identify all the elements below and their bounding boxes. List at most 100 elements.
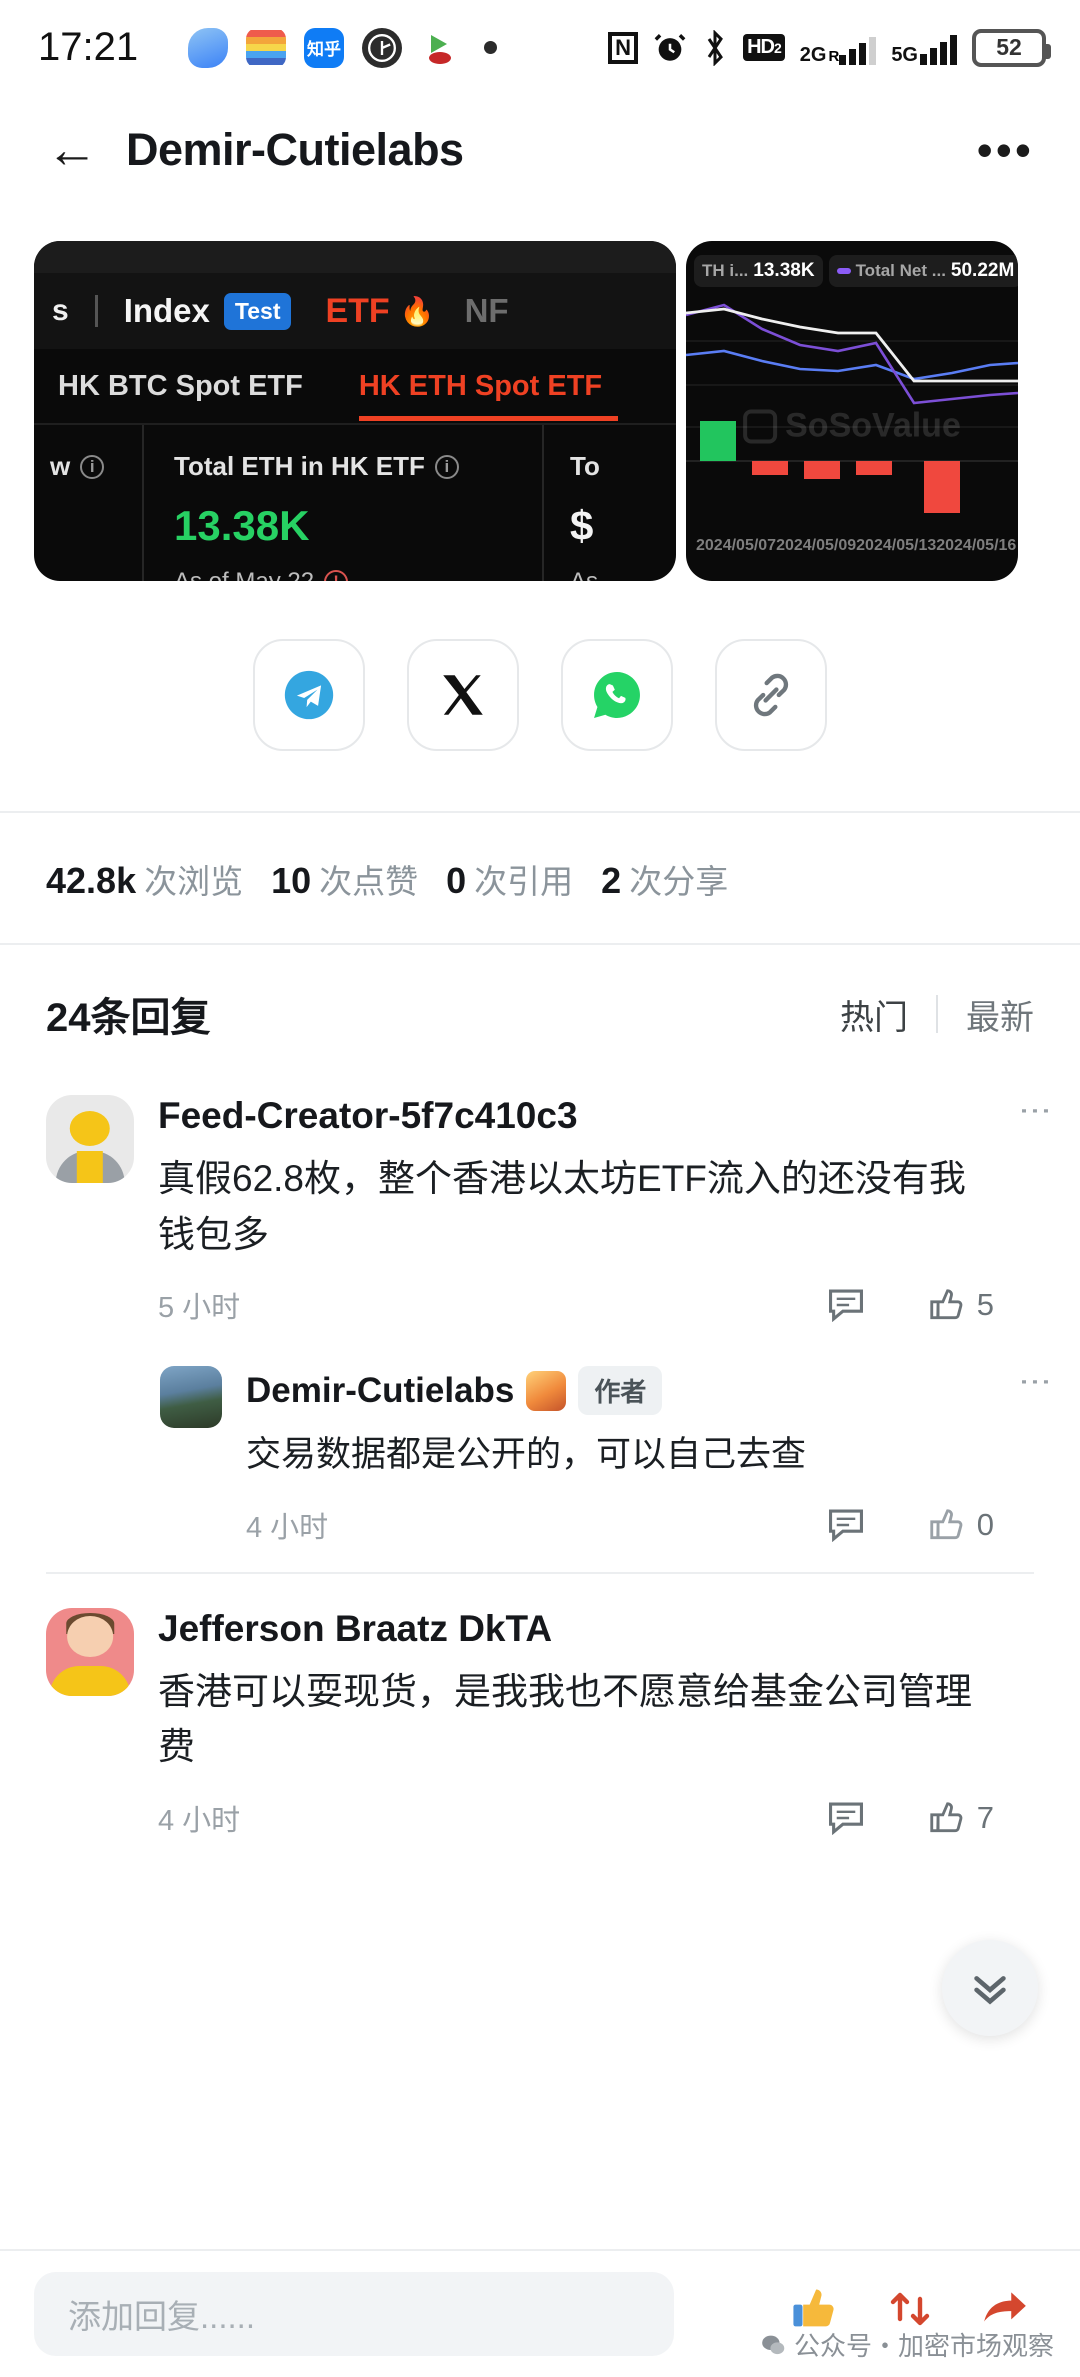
subtab-hk-eth: HK ETH Spot ETF	[359, 370, 602, 403]
comment-icon	[827, 1288, 865, 1322]
nav-tab-etf: ETF	[325, 292, 389, 331]
card-stat-row: w i Total ETH in HK ETF i 13.38K As of M…	[34, 423, 676, 581]
stat-quotes[interactable]: 0 次引用	[446, 855, 573, 903]
nav-fragment: s	[52, 294, 69, 328]
info-icon: i	[80, 455, 104, 479]
stat-quotes-label: 次引用	[474, 855, 573, 903]
card-nav-tabs: s Index Test ETF 🔥 NF	[34, 273, 676, 349]
chevron-double-down-icon	[967, 1965, 1013, 2011]
stat-label-partial: w i	[50, 451, 142, 482]
tab-sort-new[interactable]: 最新	[966, 990, 1034, 1039]
copy-link-button[interactable]	[715, 639, 827, 751]
screenshot-card-right[interactable]: TH i... 13.38K Total Net ... 50.22M ETH …	[686, 241, 1018, 581]
screenshot-card-left[interactable]: s Index Test ETF 🔥 NF HK BTC Spot ETF HK…	[34, 241, 676, 581]
avatar[interactable]	[46, 1095, 134, 1183]
chart-legend: TH i... 13.38K Total Net ... 50.22M ETH …	[686, 241, 1018, 287]
legend-swatch-icon	[837, 268, 851, 274]
stat-likes-label: 次点赞	[319, 855, 418, 903]
comment-time: 4 小时	[246, 1504, 328, 1546]
comment-author-name[interactable]: Demir-Cutielabs	[246, 1371, 514, 1411]
telegram-icon	[280, 666, 338, 724]
stat-likes-count: 10	[271, 860, 311, 902]
x-share-button[interactable]	[407, 639, 519, 751]
comment-text: 香港可以耍现货，是我我也不愿意给基金公司管理费	[158, 1664, 994, 1775]
comment-reply-button[interactable]	[827, 1508, 865, 1542]
telegram-share-button[interactable]	[253, 639, 365, 751]
comment-more-icon[interactable]: ⋮	[1029, 1366, 1042, 1398]
whatsapp-share-button[interactable]	[561, 639, 673, 751]
stat-asof-total-eth: As of May 22 !	[174, 568, 542, 581]
comment-like-count: 7	[977, 1800, 994, 1836]
reply-input[interactable]: 添加回复......	[34, 2272, 674, 2356]
medal-icon	[526, 1371, 566, 1411]
comment-reply-button[interactable]	[827, 1288, 865, 1322]
comment-name-row: Feed-Creator-5f7c410c3	[158, 1095, 994, 1137]
comment-meta: 4 小时 7	[158, 1797, 994, 1839]
stat-col-partial-right: To $ As	[542, 425, 676, 581]
comment-body: Feed-Creator-5f7c410c3 真假62.8枚，整个香港以太坊ET…	[134, 1095, 1034, 1326]
stat-views-count: 42.8k	[46, 860, 136, 902]
stat-quotes-count: 0	[446, 860, 466, 902]
thumbs-up-icon	[927, 1286, 965, 1324]
app-page: 17:21 知乎 N HD2	[0, 0, 1080, 2377]
comment-item: Jefferson Braatz DkTA 香港可以耍现货，是我我也不愿意给基金…	[0, 1574, 1080, 1839]
tab-sort-hot[interactable]: 热门	[840, 990, 908, 1039]
battery-icon: 52	[972, 29, 1046, 67]
page-title: Demir-Cutielabs	[126, 124, 464, 176]
stat-views[interactable]: 42.8k 次浏览	[46, 855, 243, 903]
stat-shares-count: 2	[601, 860, 621, 902]
stat-value-total-eth: 13.38K	[174, 502, 542, 550]
comment-author-name[interactable]: Jefferson Braatz DkTA	[158, 1608, 552, 1650]
stat-col-partial-left: w i	[34, 425, 142, 581]
card-subtabs: HK BTC Spot ETF HK ETH Spot ETF	[34, 349, 676, 423]
wechat-icon	[760, 2332, 786, 2358]
share-buttons-row	[0, 581, 1080, 811]
post-stats-row: 42.8k 次浏览 10 次点赞 0 次引用 2 次分享	[0, 813, 1080, 943]
comment-like-button[interactable]: 7	[927, 1799, 994, 1837]
stat-value-partial-right: $	[570, 502, 676, 550]
comment-reply-button[interactable]	[827, 1801, 865, 1835]
zhihu-icon: 知乎	[304, 28, 344, 68]
axis-tick: 2024/05/07	[696, 537, 776, 555]
nav-tab-nf: NF	[465, 292, 509, 330]
comment-like-button[interactable]: 0	[927, 1506, 994, 1544]
comment-body: Demir-Cutielabs 作者 交易数据都是公开的，可以自己去查 4 小时…	[222, 1366, 1034, 1546]
bluetooth-icon	[702, 30, 728, 66]
avatar[interactable]	[46, 1608, 134, 1696]
comment-like-count: 0	[977, 1507, 994, 1543]
comment-name-row: Jefferson Braatz DkTA	[158, 1608, 994, 1650]
scroll-down-button[interactable]	[942, 1940, 1038, 2036]
stat-label-total-eth: Total ETH in HK ETF i	[174, 451, 542, 482]
browser-icon	[188, 28, 228, 68]
flame-icon: 🔥	[400, 295, 435, 328]
chrome-icon	[362, 28, 402, 68]
nav-divider	[95, 295, 98, 327]
comment-actions: 5	[827, 1286, 994, 1324]
media-attachments: s Index Test ETF 🔥 NF HK BTC Spot ETF HK…	[0, 205, 1080, 581]
comment-icon	[827, 1801, 865, 1835]
link-icon	[745, 669, 797, 721]
comment-time: 4 小时	[158, 1797, 240, 1839]
back-arrow-icon[interactable]: ←	[46, 124, 106, 176]
comment-more-icon[interactable]: ⋮	[1029, 1095, 1042, 1127]
replies-count-title: 24条回复	[46, 985, 211, 1043]
comment-actions: 0	[827, 1506, 994, 1544]
dot-icon	[484, 41, 497, 54]
footer-watermark: 公众号・加密市场观察	[760, 2326, 1054, 2363]
comment-author-name[interactable]: Feed-Creator-5f7c410c3	[158, 1095, 578, 1137]
stat-shares-label: 次分享	[629, 855, 728, 903]
app-header: ← Demir-Cutielabs •••	[0, 95, 1080, 205]
signal-2-icon: 5G	[891, 31, 957, 65]
stat-shares[interactable]: 2 次分享	[601, 855, 728, 903]
avatar[interactable]	[160, 1366, 222, 1428]
comment-like-button[interactable]: 5	[927, 1286, 994, 1324]
comment-like-count: 5	[977, 1287, 994, 1323]
signal-1-icon: 2G R	[800, 31, 877, 65]
hd-voice-icon: HD2	[743, 34, 785, 61]
comment-meta: 5 小时 5	[158, 1284, 994, 1326]
info-icon: !	[324, 570, 348, 581]
more-options-icon[interactable]: •••	[977, 141, 1034, 159]
stat-label-partial-right: To	[570, 451, 676, 482]
axis-tick: 2024/05/09	[776, 537, 856, 555]
stat-likes[interactable]: 10 次点赞	[271, 855, 418, 903]
